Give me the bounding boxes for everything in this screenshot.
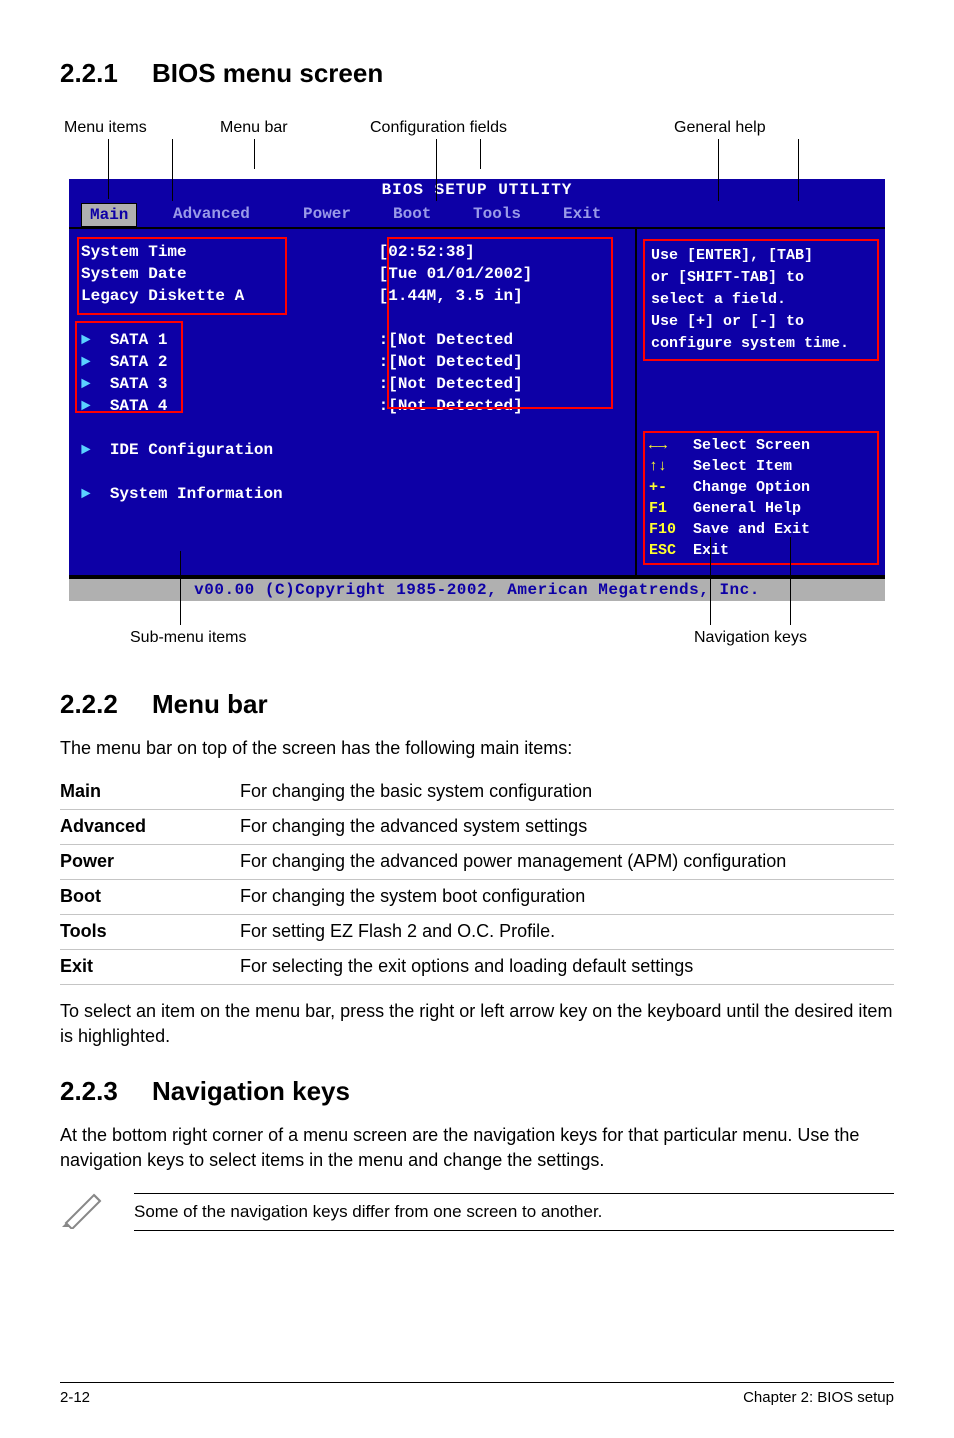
callout-labels-bottom: Sub-menu items Navigation keys <box>60 601 894 661</box>
callout-general-help: General help <box>674 119 766 137</box>
page-footer: 2-12 Chapter 2: BIOS setup <box>60 1382 894 1406</box>
tab-tools[interactable]: Tools <box>465 203 529 225</box>
bios-title: BIOS SETUP UTILITY <box>69 179 885 201</box>
tab-boot[interactable]: Boot <box>385 203 439 225</box>
nav-desc-change-option: Change Option <box>693 479 810 496</box>
bios-screenshot: BIOS SETUP UTILITY Main Advanced Power B… <box>69 179 885 601</box>
tab-power[interactable]: Power <box>295 203 359 225</box>
key-main: Main <box>60 775 240 810</box>
heading-223: 2.2.3Navigation keys <box>60 1076 894 1107</box>
heading-title: Navigation keys <box>152 1076 350 1106</box>
nav-key-esc: ESC <box>649 540 693 561</box>
bios-menu-bar: Main Advanced Power Boot Tools Exit <box>69 201 885 227</box>
heading-number: 2.2.2 <box>60 689 152 720</box>
row-system-info[interactable]: ► System Information <box>81 483 623 505</box>
callout-labels-top: Menu items Menu bar Configuration fields… <box>60 119 894 179</box>
tab-advanced[interactable]: Advanced <box>165 203 258 225</box>
page-number: 2-12 <box>60 1389 90 1406</box>
heading-title: BIOS menu screen <box>152 58 383 88</box>
key-tools: Tools <box>60 914 240 949</box>
key-exit: Exit <box>60 949 240 984</box>
table-row: PowerFor changing the advanced power man… <box>60 844 894 879</box>
nav-key-plusminus: +- <box>649 477 693 498</box>
general-help-box: Use [ENTER], [TAB] or [SHIFT-TAB] to sel… <box>643 239 879 361</box>
menubar-outro: To select an item on the menu bar, press… <box>60 999 894 1049</box>
table-row: AdvancedFor changing the advanced system… <box>60 809 894 844</box>
chapter-label: Chapter 2: BIOS setup <box>743 1389 894 1406</box>
callout-menu-items: Menu items <box>64 119 147 137</box>
key-advanced: Advanced <box>60 809 240 844</box>
menubar-table: MainFor changing the basic system config… <box>60 775 894 985</box>
nav-key-f1: F1 <box>649 498 693 519</box>
tab-exit[interactable]: Exit <box>555 203 609 225</box>
bios-left-pane: System Time [02:52:38] System Date [Tue … <box>69 229 637 575</box>
nav-key-arrows-lr: ←→ <box>649 435 693 456</box>
callout-config-fields: Configuration fields <box>370 119 507 137</box>
help-l2: or [SHIFT-TAB] to <box>651 267 871 289</box>
nav-desc-general-help: General Help <box>693 500 801 517</box>
bios-right-pane: Use [ENTER], [TAB] or [SHIFT-TAB] to sel… <box>637 229 885 575</box>
nav-desc-save-exit: Save and Exit <box>693 521 810 538</box>
heading-number: 2.2.3 <box>60 1076 152 1107</box>
help-l4: Use [+] or [-] to <box>651 311 871 333</box>
note-text: Some of the navigation keys differ from … <box>134 1193 894 1231</box>
nav-key-f10: F10 <box>649 519 693 540</box>
menubar-intro: The menu bar on top of the screen has th… <box>60 736 894 761</box>
key-boot: Boot <box>60 879 240 914</box>
help-l5: configure system time. <box>651 333 871 355</box>
val-tools: For setting EZ Flash 2 and O.C. Profile. <box>240 914 894 949</box>
key-power: Power <box>60 844 240 879</box>
val-exit: For selecting the exit options and loadi… <box>240 949 894 984</box>
val-main: For changing the basic system configurat… <box>240 775 894 810</box>
navigation-keys-box: ←→Select Screen ↑↓Select Item +-Change O… <box>643 431 879 565</box>
heading-221: 2.2.1BIOS menu screen <box>60 58 894 89</box>
nav-desc-select-screen: Select Screen <box>693 437 810 454</box>
pen-icon <box>60 1189 110 1234</box>
table-row: ToolsFor setting EZ Flash 2 and O.C. Pro… <box>60 914 894 949</box>
val-boot: For changing the system boot configurati… <box>240 879 894 914</box>
callout-menu-bar: Menu bar <box>220 119 288 137</box>
nav-desc-select-item: Select Item <box>693 458 792 475</box>
note-row: Some of the navigation keys differ from … <box>60 1189 894 1234</box>
navkeys-paragraph: At the bottom right corner of a menu scr… <box>60 1123 894 1173</box>
nav-desc-exit: Exit <box>693 542 729 559</box>
tab-main[interactable]: Main <box>81 203 137 227</box>
heading-222: 2.2.2Menu bar <box>60 689 894 720</box>
heading-title: Menu bar <box>152 689 268 719</box>
help-l1: Use [ENTER], [TAB] <box>651 245 871 267</box>
table-row: MainFor changing the basic system config… <box>60 775 894 810</box>
val-advanced: For changing the advanced system setting… <box>240 809 894 844</box>
heading-number: 2.2.1 <box>60 58 152 89</box>
callout-nav-keys: Navigation keys <box>694 629 807 647</box>
table-row: ExitFor selecting the exit options and l… <box>60 949 894 984</box>
bios-footer: v00.00 (C)Copyright 1985-2002, American … <box>69 577 885 601</box>
table-row: BootFor changing the system boot configu… <box>60 879 894 914</box>
row-ide-config[interactable]: ► IDE Configuration <box>81 439 623 461</box>
callout-sub-menu: Sub-menu items <box>130 629 247 647</box>
val-power: For changing the advanced power manageme… <box>240 844 894 879</box>
nav-key-arrows-ud: ↑↓ <box>649 456 693 477</box>
help-l3: select a field. <box>651 289 871 311</box>
